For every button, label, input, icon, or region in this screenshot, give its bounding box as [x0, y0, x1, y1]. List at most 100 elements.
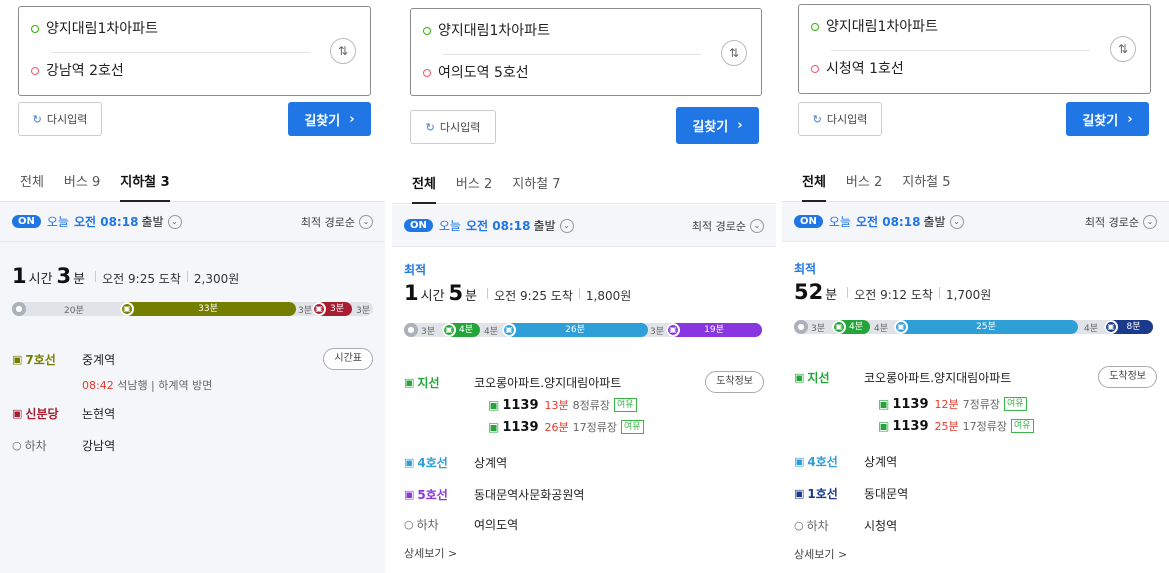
bus-arrival-row: ▣ 1139 25분 17정류장 여유 [878, 418, 1034, 434]
origin-text: 양지대림1차아파트 [826, 19, 938, 35]
divider [51, 52, 310, 53]
origin-text: 양지대림1차아파트 [438, 23, 550, 39]
tab-bus[interactable]: 버스 2 [846, 166, 882, 202]
reset-button[interactable]: ↻ 다시입력 [18, 102, 102, 136]
find-route-button[interactable]: 길찾기 › [1066, 102, 1149, 136]
station-name: 중계역 [82, 352, 116, 367]
options-bar: ON 오늘 오전 08:18 출발 ⌄ 최적 경로순 ⌄ [782, 202, 1169, 242]
fare: 1,700원 [945, 288, 992, 302]
mode-tabs: 전체 버스 2 지하철 5 [782, 166, 1169, 202]
sort-label: 최적 경로순 [691, 219, 746, 233]
destination-dot-icon [423, 69, 431, 77]
tab-all[interactable]: 전체 [20, 166, 44, 202]
on-badge[interactable]: ON [12, 215, 41, 228]
tab-subway[interactable]: 지하철 5 [902, 166, 950, 202]
route-result[interactable]: 최적 1 시간 5 분 오전 9:25 도착 1,800원 ● 3분 ▣ 4분 4… [392, 247, 776, 573]
step-transfer: ▣ 5호선 동대문역사문화공원역 [404, 485, 764, 503]
step-boarding: ▣ 지선 코오롱아파트.양지대림아파트 도착정보 [404, 371, 764, 393]
line-label: ▣ 5호선 [404, 486, 474, 503]
bus-number: 1139 [892, 396, 929, 412]
find-route-button[interactable]: 길찾기 › [288, 102, 371, 136]
route-panel-cityhall: 양지대림1차아파트 시청역 1호선 ⇅ ↻ 다시입력 길찾기 › 전체 버스 2 … [782, 0, 1169, 573]
subway-icon: ▣ [404, 455, 415, 469]
line-label: ▣ 지선 [404, 374, 474, 391]
on-badge[interactable]: ON [404, 219, 433, 232]
line-name: 신분당 [25, 406, 59, 421]
reset-button[interactable]: ↻ 다시입력 [410, 110, 496, 144]
divider [487, 287, 489, 299]
line-name: 지선 [807, 370, 830, 385]
transfer-time: 4분 [1084, 324, 1099, 334]
step-alight: ○ 하차 시청역 [794, 516, 1157, 534]
walk-icon: ● [404, 323, 418, 337]
reset-label: 다시입력 [46, 113, 88, 126]
duration-unit-minutes: 분 [825, 288, 838, 303]
chevron-down-icon[interactable]: ⌄ [949, 214, 964, 229]
tab-bus[interactable]: 버스 2 [456, 168, 492, 204]
chevron-down-icon[interactable]: ⌄ [559, 218, 574, 233]
swap-icon[interactable]: ⇅ [330, 38, 356, 64]
divider [938, 286, 940, 298]
sort-select[interactable]: 최적 경로순 ⌄ [1085, 214, 1157, 230]
details-link[interactable]: 상세보기 > [794, 546, 847, 562]
route-result[interactable]: 1 시간 3 분 오전 9:25 도착 2,300원 ● 20분 ▣ 33분 3분… [0, 242, 385, 573]
transfer-time: 3분 [650, 327, 665, 337]
depart-label: 출발 [923, 215, 946, 229]
tab-all[interactable]: 전체 [802, 166, 826, 202]
route-summary: 52 분 오전 9:12 도착 1,700원 [794, 280, 991, 304]
tab-subway[interactable]: 지하철 3 [120, 166, 170, 202]
on-badge[interactable]: ON [794, 215, 823, 228]
duration-minutes: 5 [448, 281, 464, 305]
route-summary: 1 시간 5 분 오전 9:25 도착 1,800원 [404, 281, 631, 305]
timeline-walk-time: 20분 [64, 306, 84, 316]
departure-time[interactable]: 오전 08:18 [74, 213, 138, 230]
destination-field[interactable]: 강남역 2호선 [31, 59, 124, 83]
walk-icon: ● [794, 320, 808, 334]
reset-button[interactable]: ↻ 다시입력 [798, 102, 882, 136]
arrival-info-button[interactable]: 도착정보 [1098, 366, 1157, 388]
station-name: 동대문역 [864, 486, 909, 501]
route-result[interactable]: 최적 52 분 오전 9:12 도착 1,700원 ● 3분 ▣ 4분 4분 ▣ 2… [782, 242, 1169, 573]
chevron-down-icon[interactable]: ⌄ [167, 214, 182, 229]
origin-field[interactable]: 양지대림1차아파트 [31, 17, 158, 41]
bus-icon: ▣ [832, 320, 846, 334]
arrival-time: 오전 9:25 도착 [494, 289, 573, 303]
destination-field[interactable]: 여의도역 5호선 [423, 61, 529, 85]
step-transfer: ▣ 4호선 상계역 [404, 453, 764, 471]
destination-field[interactable]: 시청역 1호선 [811, 57, 904, 81]
subway-icon: ▣ [404, 487, 415, 501]
arrival-info-button[interactable]: 도착정보 [705, 371, 764, 393]
departure-time[interactable]: 오전 08:18 [466, 217, 530, 234]
origin-field[interactable]: 양지대림1차아파트 [423, 19, 550, 43]
find-route-button[interactable]: 길찾기 › [676, 107, 759, 144]
circle-icon: ○ [794, 518, 804, 532]
swap-icon[interactable]: ⇅ [1110, 36, 1136, 62]
tab-subway[interactable]: 지하철 7 [512, 168, 560, 204]
tab-bus[interactable]: 버스 9 [64, 166, 100, 202]
line-label: ▣ 1호선 [794, 485, 864, 502]
swap-icon[interactable]: ⇅ [721, 40, 747, 66]
crowd-badge: 여유 [614, 398, 637, 412]
route-summary: 1 시간 3 분 오전 9:25 도착 2,300원 [12, 264, 239, 288]
departure-time[interactable]: 오전 08:18 [856, 213, 920, 230]
tab-all[interactable]: 전체 [412, 168, 436, 204]
sort-select[interactable]: 최적 경로순 ⌄ [692, 218, 764, 234]
destination-text: 강남역 2호선 [46, 63, 124, 79]
alight-text: 하차 [24, 438, 47, 453]
timetable-button[interactable]: 시간표 [323, 348, 373, 370]
alight-label: ○ 하차 [794, 517, 864, 534]
train-desc: 석남행 | 하계역 방면 [117, 379, 213, 392]
chevron-right-icon: › [349, 111, 355, 127]
details-link[interactable]: 상세보기 > [404, 545, 457, 561]
arrival-time: 오전 9:12 도착 [854, 288, 933, 302]
subway-icon: ▣ [794, 454, 805, 468]
sort-select[interactable]: 최적 경로순 ⌄ [301, 214, 373, 230]
crowd-badge: 여유 [1004, 397, 1027, 411]
alight-text: 하차 [806, 518, 829, 533]
reset-label: 다시입력 [826, 113, 868, 126]
bus-icon: ▣ [488, 420, 500, 434]
origin-dot-icon [31, 25, 39, 33]
line-name: 5호선 [417, 487, 448, 502]
divider [578, 287, 580, 299]
origin-field[interactable]: 양지대림1차아파트 [811, 15, 938, 39]
